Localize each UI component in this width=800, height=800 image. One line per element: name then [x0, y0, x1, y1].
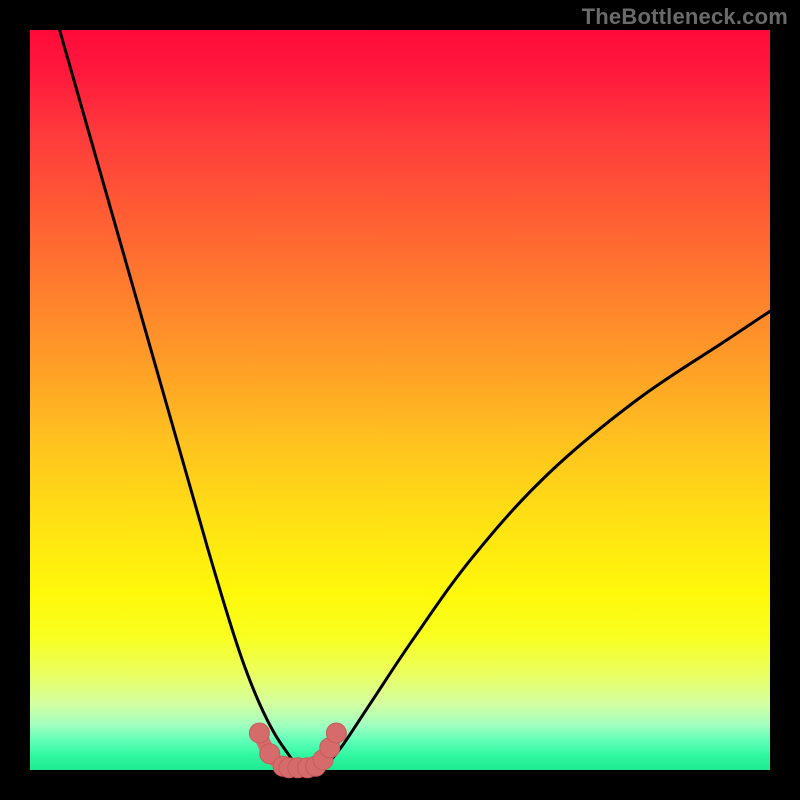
valley-markers-group: [249, 723, 346, 778]
plot-area: [30, 30, 770, 770]
chart-frame: TheBottleneck.com: [0, 0, 800, 800]
left-curve: [60, 30, 301, 770]
chart-svg: [30, 30, 770, 770]
watermark-text: TheBottleneck.com: [582, 4, 788, 30]
valley-marker: [326, 723, 346, 743]
right-curve: [322, 311, 770, 770]
valley-marker: [249, 723, 269, 743]
